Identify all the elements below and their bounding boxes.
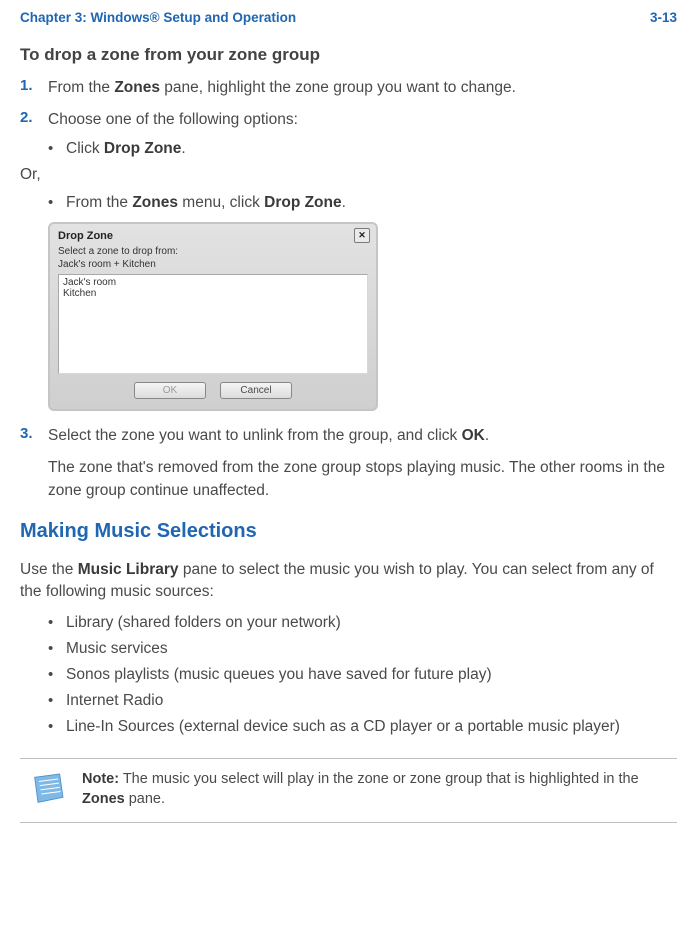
dialog-titlebar: Drop Zone ✕ bbox=[50, 224, 376, 246]
note-text: Note: The music you select will play in … bbox=[82, 769, 669, 810]
bullet-dot: • bbox=[48, 666, 66, 684]
dialog-group-name: Jack's room + Kitchen bbox=[50, 259, 376, 274]
bullet-dot: • bbox=[48, 718, 66, 736]
note-box: Note: The music you select will play in … bbox=[20, 758, 677, 823]
chapter-title: Chapter 3: Windows® Setup and Operation bbox=[20, 10, 296, 25]
source-item: • Library (shared folders on your networ… bbox=[48, 614, 677, 632]
step-3: 3. Select the zone you want to unlink fr… bbox=[20, 425, 677, 447]
section-title-drop-zone: To drop a zone from your zone group bbox=[20, 45, 677, 65]
bullet-dot: • bbox=[48, 140, 66, 158]
music-sources-list: • Library (shared folders on your networ… bbox=[20, 614, 677, 736]
source-item: • Internet Radio bbox=[48, 692, 677, 710]
source-item: • Music services bbox=[48, 640, 677, 658]
step-num-1: 1. bbox=[20, 77, 48, 99]
or-text: Or, bbox=[20, 166, 677, 184]
drop-zone-dialog: Drop Zone ✕ Select a zone to drop from: … bbox=[48, 222, 378, 411]
note-icon bbox=[28, 769, 68, 809]
source-item: • Line-In Sources (external device such … bbox=[48, 718, 677, 736]
step-2-text: Choose one of the following options: bbox=[48, 109, 298, 131]
dialog-instruction: Select a zone to drop from: bbox=[50, 246, 376, 259]
zone-list[interactable]: Jack's room Kitchen bbox=[58, 274, 368, 374]
step-1-text: From the Zones pane, highlight the zone … bbox=[48, 77, 516, 99]
bullet-dot: • bbox=[48, 614, 66, 632]
list-item[interactable]: Jack's room bbox=[63, 277, 363, 288]
step-num-2: 2. bbox=[20, 109, 48, 131]
source-item: • Sonos playlists (music queues you have… bbox=[48, 666, 677, 684]
bullet-dot: • bbox=[48, 640, 66, 658]
ok-button[interactable]: OK bbox=[134, 382, 206, 399]
bullet-zones-menu: • From the Zones menu, click Drop Zone. bbox=[48, 194, 677, 212]
bullet-click-drop-zone: • Click Drop Zone. bbox=[48, 140, 677, 158]
dialog-buttons: OK Cancel bbox=[50, 374, 376, 409]
music-intro: Use the Music Library pane to select the… bbox=[20, 559, 677, 604]
bullet-dot: • bbox=[48, 692, 66, 710]
step-3-followup: The zone that's removed from the zone gr… bbox=[48, 457, 677, 502]
page-number: 3-13 bbox=[650, 10, 677, 25]
close-icon[interactable]: ✕ bbox=[354, 228, 370, 243]
step-3-text: Select the zone you want to unlink from … bbox=[48, 425, 489, 447]
cancel-button[interactable]: Cancel bbox=[220, 382, 292, 399]
dialog-title: Drop Zone bbox=[58, 230, 113, 242]
list-item[interactable]: Kitchen bbox=[63, 288, 363, 299]
page-header: Chapter 3: Windows® Setup and Operation … bbox=[20, 10, 677, 25]
step-1: 1. From the Zones pane, highlight the zo… bbox=[20, 77, 677, 99]
step-num-3: 3. bbox=[20, 425, 48, 447]
step-2: 2. Choose one of the following options: bbox=[20, 109, 677, 131]
bullet-dot: • bbox=[48, 194, 66, 212]
heading-making-music: Making Music Selections bbox=[20, 520, 677, 543]
